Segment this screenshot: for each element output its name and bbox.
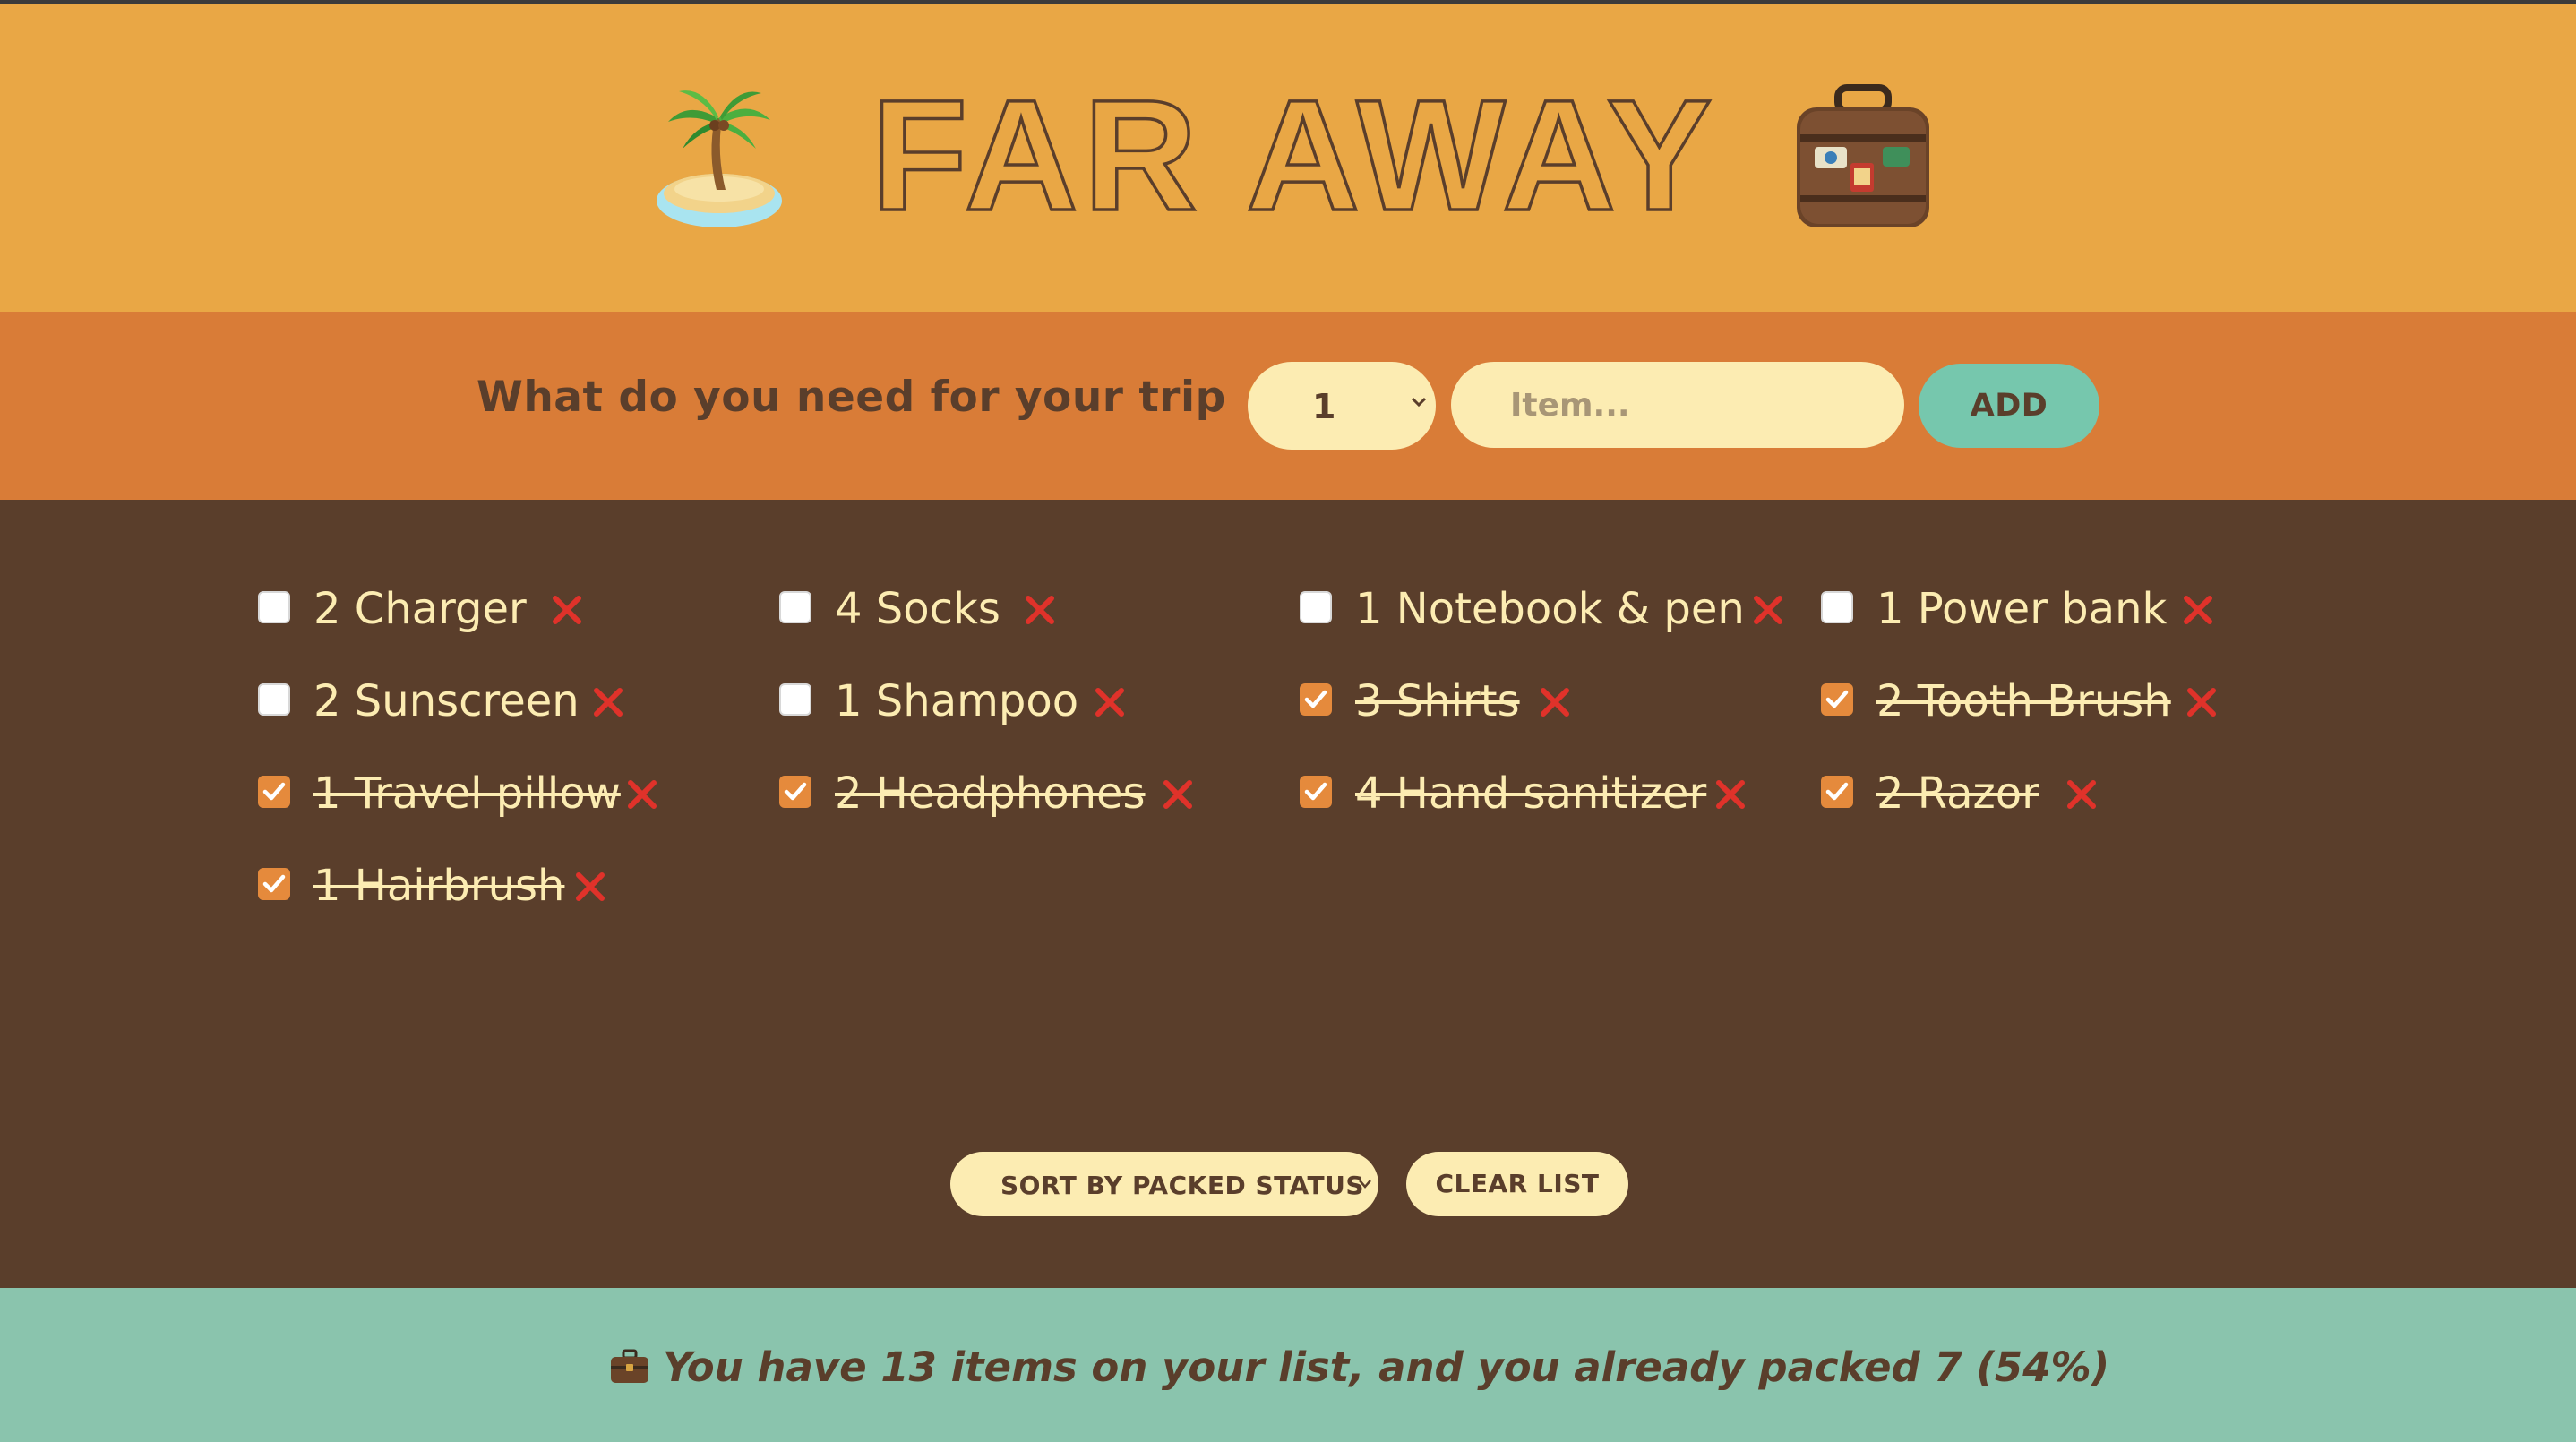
checkmark-icon (262, 782, 286, 801)
packed-checkbox[interactable] (779, 683, 811, 716)
list-item: 4 Hand sanitizer (1300, 767, 1801, 820)
add-button[interactable]: ADD (1919, 364, 2099, 448)
list-item-label: 1 Hairbrush (313, 861, 565, 911)
sort-select-value: SORT BY PACKED STATUS (1000, 1171, 1365, 1200)
chevron-down-icon (1359, 1180, 1371, 1189)
packed-checkbox[interactable] (258, 683, 290, 716)
cross-mark-icon (628, 780, 657, 809)
delete-item-button[interactable] (1095, 687, 1125, 717)
list-item-label: 1 Shampoo (835, 676, 1079, 726)
list-item-label: 3 Shirts (1355, 676, 1520, 726)
packed-checkbox[interactable] (1300, 591, 1332, 623)
list-item: 1 Power bank (1821, 582, 2323, 636)
item-input[interactable]: Item... (1451, 362, 1904, 448)
delete-item-button[interactable] (2186, 687, 2217, 717)
packed-checkbox[interactable] (779, 591, 811, 623)
sort-select[interactable]: SORT BY PACKED STATUS (950, 1152, 1378, 1216)
list-item-label: 2 Razor (1876, 768, 2039, 819)
cross-mark-icon (576, 872, 605, 901)
delete-item-button[interactable] (627, 779, 657, 810)
list-item: 2 Sunscreen (258, 674, 760, 728)
cross-mark-icon (1716, 780, 1745, 809)
checkmark-icon (1825, 782, 1849, 801)
packed-checkbox[interactable] (258, 776, 290, 808)
list-item: 1 Travel pillow (258, 767, 760, 820)
delete-item-button[interactable] (1163, 779, 1193, 810)
briefcase-icon (611, 1349, 648, 1383)
chevron-down-icon (1411, 397, 1427, 408)
list-item-label: 4 Hand sanitizer (1355, 768, 1707, 819)
list-item: 2 Headphones (779, 767, 1281, 820)
form-prompt-text: What do you need for your trip (477, 373, 1226, 422)
app-title: FAR AWAY (870, 79, 1718, 231)
list-item: 1 Notebook & pen (1300, 582, 1801, 636)
cross-mark-icon (553, 596, 581, 624)
packed-checkbox[interactable] (1821, 776, 1853, 808)
form-prompt: What do you need for your trip ? (477, 376, 1310, 418)
suitcase-icon (1797, 84, 1929, 227)
packed-checkbox[interactable] (1300, 776, 1332, 808)
checkmark-icon (784, 782, 807, 801)
item-input-placeholder: Item... (1510, 387, 1630, 424)
checkmark-icon (1304, 782, 1327, 801)
packed-checkbox[interactable] (258, 868, 290, 900)
cross-mark-icon (594, 688, 623, 717)
delete-item-button[interactable] (2066, 779, 2097, 810)
packed-checkbox[interactable] (779, 776, 811, 808)
delete-item-button[interactable] (1025, 595, 1055, 625)
list-item-label: 2 Headphones (835, 768, 1146, 819)
list-item-label: 2 Charger (313, 584, 527, 634)
delete-item-button[interactable] (575, 871, 605, 902)
cross-mark-icon (1541, 688, 1569, 717)
packed-checkbox[interactable] (1300, 683, 1332, 716)
list-item-label: 4 Socks (835, 584, 1000, 634)
packing-stats: You have 13 items on your list, and you … (609, 1343, 2109, 1391)
checkmark-icon (1304, 690, 1327, 708)
packing-stats-text: You have 13 items on your list, and you … (663, 1343, 2110, 1391)
list-item-label: 2 Sunscreen (313, 676, 580, 726)
clear-list-button[interactable]: CLEAR LIST (1406, 1152, 1628, 1216)
cross-mark-icon (2184, 596, 2212, 624)
checkmark-icon (1825, 690, 1849, 708)
delete-item-button[interactable] (552, 595, 582, 625)
cross-mark-icon (1095, 688, 1124, 717)
app-title-text: FAR AWAY (872, 79, 1718, 231)
delete-item-button[interactable] (1540, 687, 1570, 717)
list-item: 4 Socks (779, 582, 1281, 636)
packed-checkbox[interactable] (1821, 591, 1853, 623)
list-item: 1 Shampoo (779, 674, 1281, 728)
quantity-select-value: 1 (1312, 387, 1336, 426)
cross-mark-icon (1026, 596, 1054, 624)
checkmark-icon (262, 874, 286, 893)
delete-item-button[interactable] (1753, 595, 1783, 625)
list-item-label: 1 Notebook & pen (1355, 584, 1745, 634)
cross-mark-icon (2067, 780, 2096, 809)
cross-mark-icon (2187, 688, 2216, 717)
list-item-label: 1 Travel pillow (313, 768, 621, 819)
list-item: 2 Charger (258, 582, 760, 636)
packed-checkbox[interactable] (1821, 683, 1853, 716)
cross-mark-icon (1163, 780, 1192, 809)
palm-island-icon (657, 90, 782, 227)
packed-checkbox[interactable] (258, 591, 290, 623)
delete-item-button[interactable] (1715, 779, 1746, 810)
delete-item-button[interactable] (2183, 595, 2213, 625)
list-item: 2 Tooth Brush (1821, 674, 2323, 728)
list-item: 1 Hairbrush (258, 859, 760, 913)
cross-mark-icon (1754, 596, 1782, 624)
list-item-label: 2 Tooth Brush (1876, 676, 2171, 726)
quantity-select[interactable]: 1 (1248, 362, 1436, 450)
delete-item-button[interactable] (593, 687, 623, 717)
list-item: 2 Razor (1821, 767, 2323, 820)
list-item: 3 Shirts (1300, 674, 1801, 728)
list-item-label: 1 Power bank (1876, 584, 2168, 634)
